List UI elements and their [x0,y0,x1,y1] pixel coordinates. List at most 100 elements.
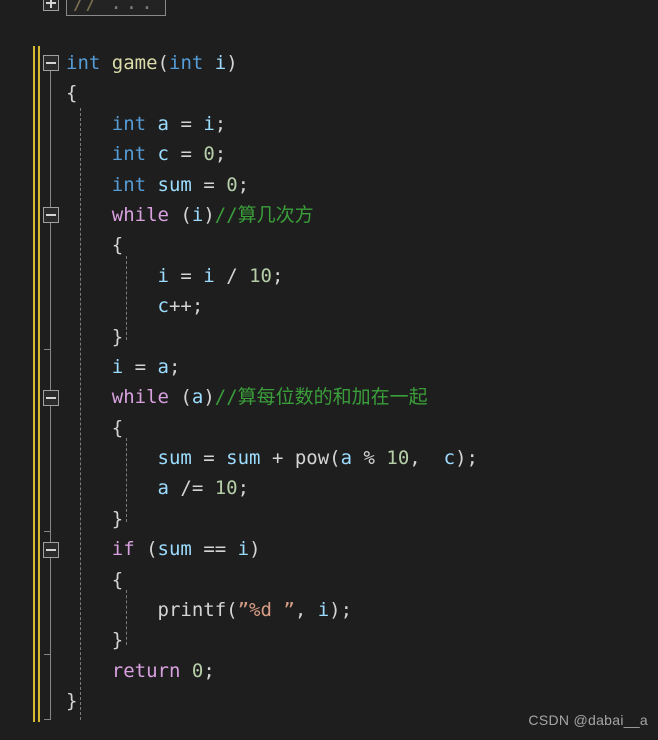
code-token: ; [466,447,478,470]
line-func-open-brace[interactable]: { [66,78,478,108]
code-token: = [169,143,204,166]
collapsed-region-dots: ... [110,0,157,14]
code-token: ) [203,386,215,409]
code-token: + [260,447,295,470]
collapsed-region-chip[interactable]: // ... [66,0,166,16]
line-while-i-close[interactable]: } [66,322,478,352]
code-token: ; [237,173,250,196]
code-token: i [157,264,169,287]
fold-line-while-2 [50,407,51,532]
code-token: ( [226,599,238,622]
code-token: 10 [249,264,272,287]
fold-line-while-1 [50,225,51,350]
code-token: ) [455,447,467,470]
line-if-close[interactable]: } [66,625,478,655]
code-token: sum [226,447,261,470]
code-token: sum [157,173,192,196]
fold-line-while-1-end [44,349,51,350]
line-func-signature[interactable]: int game(int i) [66,48,478,78]
line-while-a-open[interactable]: { [66,413,478,443]
code-token: int [66,52,101,74]
line-return[interactable]: return 0; [66,656,478,686]
code-token: = [123,355,158,378]
line-i-div[interactable]: i = i / 10; [66,261,478,291]
expand-plus-icon[interactable] [43,0,59,11]
code-token: { [111,234,124,257]
code-token: = [191,447,227,470]
line-func-close-brace[interactable]: } [66,686,478,716]
code-token: i [191,203,204,226]
code-token: a [157,112,169,135]
code-text-area[interactable]: int game(int i){ int a = i; int c = 0; i… [66,48,478,717]
line-decl-sum[interactable]: int sum = 0; [66,170,478,200]
line-a-diveq[interactable]: a /= 10; [66,473,478,503]
code-token: ; [214,143,227,166]
code-token: { [111,568,124,591]
code-token: return [111,659,181,682]
code-token: if [111,538,135,561]
code-token: ( [134,538,158,561]
collapse-minus-icon-while-2[interactable] [43,390,59,406]
line-if-sum-eq-i[interactable]: if (sum == i) [66,534,478,564]
code-token: 0 [191,659,204,682]
code-editor[interactable]: // ... int game(int i){ int a = i; int c… [0,0,658,740]
code-token: c [157,295,169,318]
code-token: ; [340,599,353,622]
fold-line-if-end [44,654,51,655]
code-token: 0 [203,143,215,166]
code-token: i [111,355,124,378]
code-token: ; [271,264,284,287]
code-token: int [111,112,147,135]
fold-line-while-2-end [44,531,51,532]
line-while-i[interactable]: while (i)//算几次方 [66,200,478,230]
code-token: a [191,386,204,409]
code-token: , [294,599,318,622]
collapse-minus-icon-if[interactable] [43,542,59,558]
code-token: ; [203,659,215,682]
code-token: ; [214,112,227,135]
code-token: % [352,447,387,470]
line-printf[interactable]: printf(”%d ”, i); [66,595,478,625]
line-while-i-open[interactable]: { [66,230,478,260]
code-token: int [169,52,204,74]
code-token: ( [168,386,192,409]
collapsed-region-slashes: // [73,0,98,14]
code-token: pow [294,447,330,470]
line-i-assign-a[interactable]: i = a; [66,352,478,382]
line-decl-a[interactable]: int a = i; [66,109,478,139]
code-token: game [111,52,158,74]
code-token: i [237,538,250,561]
code-token: ) [329,599,341,622]
collapse-minus-icon-while-1[interactable] [43,207,59,223]
collapse-minus-icon-function[interactable] [43,55,59,71]
line-sum-pow[interactable]: sum = sum + pow(a % 10, c); [66,443,478,473]
code-token: } [111,325,124,348]
line-if-open[interactable]: { [66,565,478,595]
line-c-inc[interactable]: c++; [66,291,478,321]
code-token: } [66,690,78,713]
code-token: ( [157,52,169,74]
code-token: } [111,507,124,530]
code-token: i [317,599,330,622]
code-token: c [443,447,456,470]
code-token: i [203,112,215,135]
code-token: ++ [168,295,192,318]
line-while-a-close[interactable]: } [66,504,478,534]
code-token: = [191,173,227,196]
line-decl-c[interactable]: int c = 0; [66,139,478,169]
code-token: printf [157,599,227,622]
line-while-a[interactable]: while (a)//算每位数的和加在一起 [66,382,478,412]
